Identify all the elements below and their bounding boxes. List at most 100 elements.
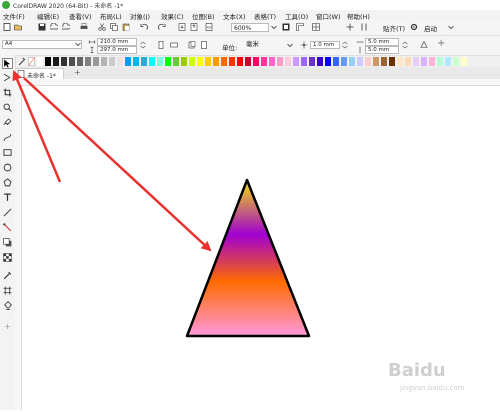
palette-swatch[interactable] <box>349 57 355 66</box>
page-size-select[interactable]: A4 <box>2 40 82 49</box>
palette-swatch[interactable] <box>365 57 371 66</box>
text-tool[interactable] <box>2 193 13 204</box>
stepper-icon[interactable] <box>341 41 349 49</box>
palette-swatch[interactable] <box>133 57 139 66</box>
palette-swatch[interactable] <box>325 57 331 66</box>
full-screen-icon[interactable] <box>282 23 290 31</box>
palette-swatch[interactable] <box>333 57 339 66</box>
eyedropper-icon[interactable] <box>18 57 26 66</box>
palette-swatch[interactable] <box>261 57 267 66</box>
palette-swatch[interactable] <box>461 57 467 66</box>
palette-swatch[interactable] <box>237 57 243 66</box>
color-eyedropper-tool[interactable] <box>2 271 13 282</box>
zoom-tool[interactable] <box>2 103 13 114</box>
palette-swatch[interactable] <box>301 57 307 66</box>
palette-swatch[interactable] <box>77 57 83 66</box>
palette-swatch[interactable] <box>61 57 67 66</box>
rulers-icon[interactable] <box>296 23 304 31</box>
redo-icon[interactable] <box>158 23 166 31</box>
horizontal-ruler[interactable] <box>15 79 500 86</box>
new-document-icon[interactable] <box>3 23 11 31</box>
palette-swatch[interactable] <box>245 57 251 66</box>
palette-swatch[interactable] <box>125 57 131 66</box>
palette-swatch[interactable] <box>389 57 395 66</box>
duplicate-distance-x-field[interactable]: 5.0 mm <box>365 38 399 46</box>
palette-swatch[interactable] <box>37 57 43 66</box>
palette-swatch[interactable] <box>413 57 419 66</box>
palette-swatch[interactable] <box>253 57 259 66</box>
copy-icon[interactable] <box>110 23 118 31</box>
add-tab-button[interactable]: + <box>74 68 81 77</box>
palette-swatch[interactable] <box>213 57 219 66</box>
grid-icon[interactable] <box>312 23 320 31</box>
palette-swatch[interactable] <box>53 57 59 66</box>
palette-swatch[interactable] <box>101 57 107 66</box>
palette-swatch[interactable] <box>381 57 387 66</box>
palette-swatch[interactable] <box>437 57 443 66</box>
current-page-icon[interactable] <box>200 41 208 49</box>
palette-swatch[interactable] <box>205 57 211 66</box>
undo-icon[interactable] <box>140 23 148 31</box>
treat-as-filled-icon[interactable] <box>420 41 428 49</box>
palette-swatch[interactable] <box>45 57 51 66</box>
snap-to-button[interactable]: 贴齐(T) <box>383 23 405 33</box>
palette-swatch[interactable] <box>421 57 427 66</box>
save-icon[interactable] <box>38 23 46 31</box>
landscape-icon[interactable] <box>170 41 178 49</box>
palette-swatch[interactable] <box>373 57 379 66</box>
palette-swatch[interactable] <box>221 57 227 66</box>
stepper-icon[interactable] <box>139 41 147 49</box>
duplicate-distance-y-field[interactable]: 5.0 mm <box>365 46 399 54</box>
palette-swatch[interactable] <box>69 57 75 66</box>
chevron-down-icon[interactable] <box>447 23 455 31</box>
palette-swatch[interactable] <box>165 57 171 66</box>
palette-swatch[interactable] <box>317 57 323 66</box>
document-tab[interactable]: 未命名 -1* <box>14 68 64 80</box>
add-preset-icon[interactable]: + <box>437 38 445 49</box>
drop-shadow-tool[interactable] <box>2 238 13 249</box>
pick-tool[interactable] <box>2 58 13 69</box>
chevron-down-icon[interactable] <box>270 23 278 31</box>
palette-swatch[interactable] <box>173 57 179 66</box>
palette-swatch[interactable] <box>285 57 291 66</box>
no-color-swatch[interactable] <box>28 57 35 66</box>
options-gear-icon[interactable] <box>410 23 418 31</box>
ellipse-tool[interactable] <box>2 163 13 174</box>
cloud-upload-icon[interactable] <box>50 23 58 31</box>
shape-tool[interactable] <box>2 73 13 84</box>
palette-swatch[interactable] <box>117 57 123 66</box>
stepper-icon[interactable] <box>401 41 409 49</box>
palette-swatch[interactable] <box>85 57 91 66</box>
parallel-dimension-tool[interactable] <box>2 208 13 219</box>
add-tool-icon[interactable]: + <box>2 321 13 332</box>
palette-swatch[interactable] <box>453 57 459 66</box>
palette-swatch[interactable] <box>197 57 203 66</box>
zoom-level-field[interactable]: 600% <box>231 23 269 32</box>
print-icon[interactable] <box>80 23 88 31</box>
open-folder-icon[interactable] <box>14 23 22 31</box>
page-height-field[interactable]: 297.0 mm <box>97 46 137 54</box>
portrait-icon[interactable] <box>157 41 165 49</box>
palette-swatch[interactable] <box>93 57 99 66</box>
palette-swatch[interactable] <box>293 57 299 66</box>
crop-tool[interactable] <box>2 88 13 99</box>
snap-lines-icon[interactable] <box>346 23 354 31</box>
palette-swatch[interactable] <box>157 57 163 66</box>
paste-icon[interactable] <box>122 23 130 31</box>
guidelines-icon[interactable] <box>360 23 368 31</box>
palette-swatch[interactable] <box>341 57 347 66</box>
palette-swatch[interactable] <box>309 57 315 66</box>
rectangle-tool[interactable] <box>2 148 13 159</box>
palette-swatch[interactable] <box>109 57 115 66</box>
gradient-triangle[interactable] <box>185 178 311 338</box>
freehand-tool[interactable] <box>2 118 13 129</box>
palette-swatch[interactable] <box>357 57 363 66</box>
import-icon[interactable] <box>178 23 186 31</box>
connector-tool[interactable] <box>2 223 13 234</box>
polygon-tool[interactable] <box>2 178 13 189</box>
smart-fill-tool[interactable] <box>2 301 13 312</box>
page-width-field[interactable]: 210.0 mm <box>97 38 137 46</box>
palette-swatch[interactable] <box>141 57 147 66</box>
launch-button[interactable]: 启动 <box>424 23 437 33</box>
palette-swatch[interactable] <box>429 57 435 66</box>
